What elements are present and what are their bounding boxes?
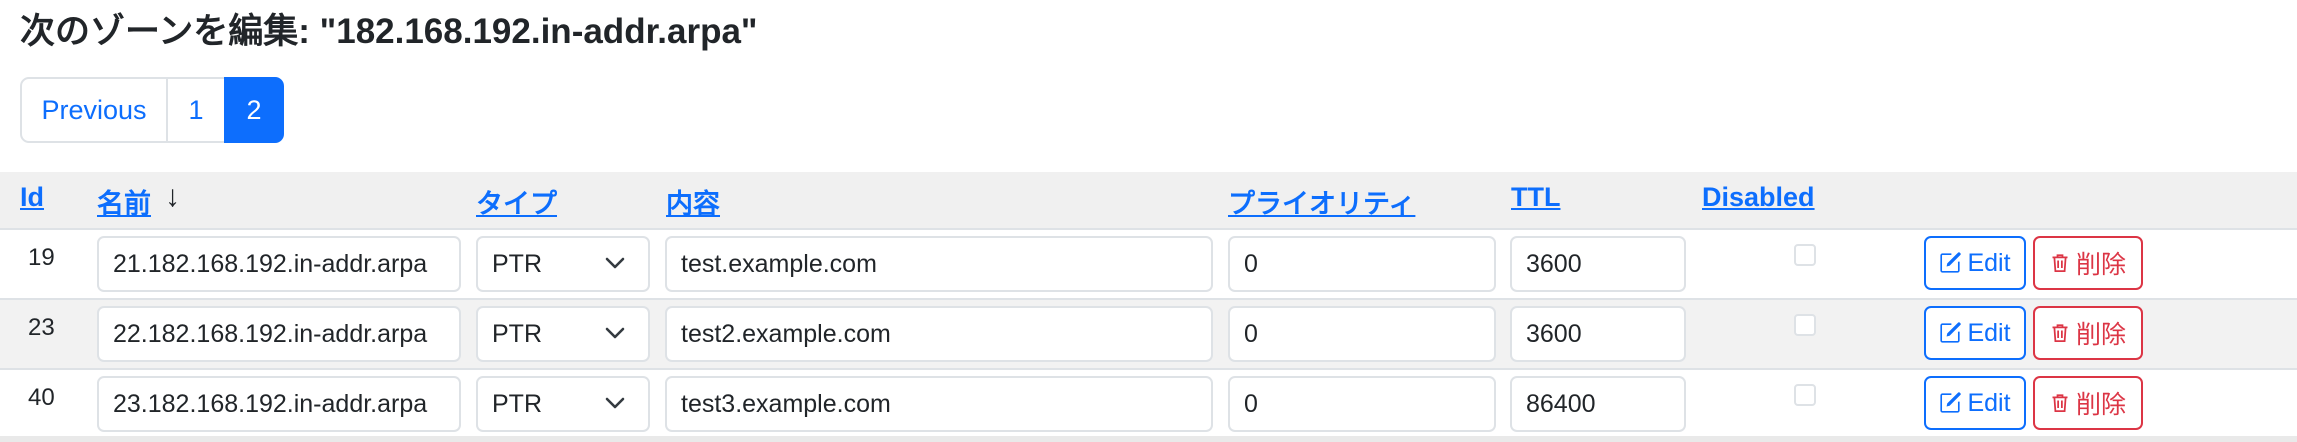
priority-input[interactable]: 0 bbox=[1228, 376, 1496, 432]
type-select[interactable]: PTR bbox=[476, 236, 650, 292]
page-title: 次のゾーンを編集: "182.168.192.in-addr.arpa" bbox=[20, 12, 758, 51]
header-content[interactable]: 内容 bbox=[666, 182, 720, 221]
pencil-square-icon bbox=[1940, 392, 1962, 413]
type-select-value: PTR bbox=[492, 390, 542, 418]
trash-icon bbox=[2052, 324, 2068, 342]
name-input[interactable]: 23.182.168.192.in-addr.arpa bbox=[97, 376, 461, 432]
type-select-value: PTR bbox=[492, 320, 542, 348]
priority-input[interactable]: 0 bbox=[1228, 236, 1496, 292]
name-input[interactable]: 21.182.168.192.in-addr.arpa bbox=[97, 236, 461, 292]
pagination: Previous 1 2 bbox=[20, 77, 284, 143]
edit-button-label: Edit bbox=[1967, 318, 2011, 347]
pagination-page-2[interactable]: 2 bbox=[224, 77, 284, 143]
pagination-previous[interactable]: Previous bbox=[20, 77, 168, 143]
delete-button-label: 削除 bbox=[2075, 321, 2126, 349]
header-ttl[interactable]: TTL bbox=[1511, 182, 1560, 213]
table-row: 23 22.182.168.192.in-addr.arpa PTR test2… bbox=[0, 300, 2297, 370]
edit-button[interactable]: Edit bbox=[1924, 376, 2026, 430]
sort-down-icon: ↓ bbox=[165, 180, 180, 213]
content-input[interactable]: test2.example.com bbox=[665, 306, 1213, 362]
ttl-input[interactable]: 86400 bbox=[1510, 376, 1686, 432]
header-type[interactable]: タイプ bbox=[476, 182, 557, 221]
name-input[interactable]: 22.182.168.192.in-addr.arpa bbox=[97, 306, 461, 362]
delete-button[interactable]: 削除 bbox=[2033, 376, 2143, 430]
header-name[interactable]: 名前 bbox=[97, 182, 151, 221]
type-select-value: PTR bbox=[492, 250, 542, 278]
delete-button-label: 削除 bbox=[2075, 251, 2126, 279]
trash-icon bbox=[2052, 394, 2068, 412]
record-id: 40 bbox=[28, 384, 55, 411]
table-row: 19 21.182.168.192.in-addr.arpa PTR test.… bbox=[0, 230, 2297, 300]
pencil-square-icon bbox=[1940, 252, 1962, 273]
disabled-checkbox[interactable] bbox=[1794, 244, 1816, 266]
delete-button[interactable]: 削除 bbox=[2033, 306, 2143, 360]
header-id[interactable]: Id bbox=[20, 182, 44, 213]
edit-button-label: Edit bbox=[1967, 388, 2011, 417]
table-footer bbox=[0, 436, 2297, 442]
pagination-page-1[interactable]: 1 bbox=[166, 77, 226, 143]
priority-input[interactable]: 0 bbox=[1228, 306, 1496, 362]
record-id: 19 bbox=[28, 244, 55, 271]
edit-button[interactable]: Edit bbox=[1924, 306, 2026, 360]
records-table: Id 名前 ↓ タイプ 内容 プライオリティ TTL Disabled 19 2… bbox=[0, 172, 2297, 440]
zone-editor-page: 次のゾーンを編集: "182.168.192.in-addr.arpa" Pre… bbox=[0, 0, 2297, 442]
content-input[interactable]: test.example.com bbox=[665, 236, 1213, 292]
edit-button[interactable]: Edit bbox=[1924, 236, 2026, 290]
chevron-down-icon bbox=[604, 238, 626, 290]
chevron-down-icon bbox=[604, 378, 626, 430]
ttl-input[interactable]: 3600 bbox=[1510, 306, 1686, 362]
trash-icon bbox=[2052, 254, 2068, 272]
content-input[interactable]: test3.example.com bbox=[665, 376, 1213, 432]
edit-button-label: Edit bbox=[1967, 248, 2011, 277]
pencil-square-icon bbox=[1940, 322, 1962, 343]
table-header: Id 名前 ↓ タイプ 内容 プライオリティ TTL Disabled bbox=[0, 172, 2297, 230]
delete-button[interactable]: 削除 bbox=[2033, 236, 2143, 290]
type-select[interactable]: PTR bbox=[476, 376, 650, 432]
disabled-checkbox[interactable] bbox=[1794, 384, 1816, 406]
header-disabled[interactable]: Disabled bbox=[1702, 182, 1815, 213]
disabled-checkbox[interactable] bbox=[1794, 314, 1816, 336]
table-row: 40 23.182.168.192.in-addr.arpa PTR test3… bbox=[0, 370, 2297, 440]
delete-button-label: 削除 bbox=[2075, 391, 2126, 419]
type-select[interactable]: PTR bbox=[476, 306, 650, 362]
header-priority[interactable]: プライオリティ bbox=[1228, 182, 1415, 221]
ttl-input[interactable]: 3600 bbox=[1510, 236, 1686, 292]
record-id: 23 bbox=[28, 314, 55, 341]
chevron-down-icon bbox=[604, 308, 626, 360]
